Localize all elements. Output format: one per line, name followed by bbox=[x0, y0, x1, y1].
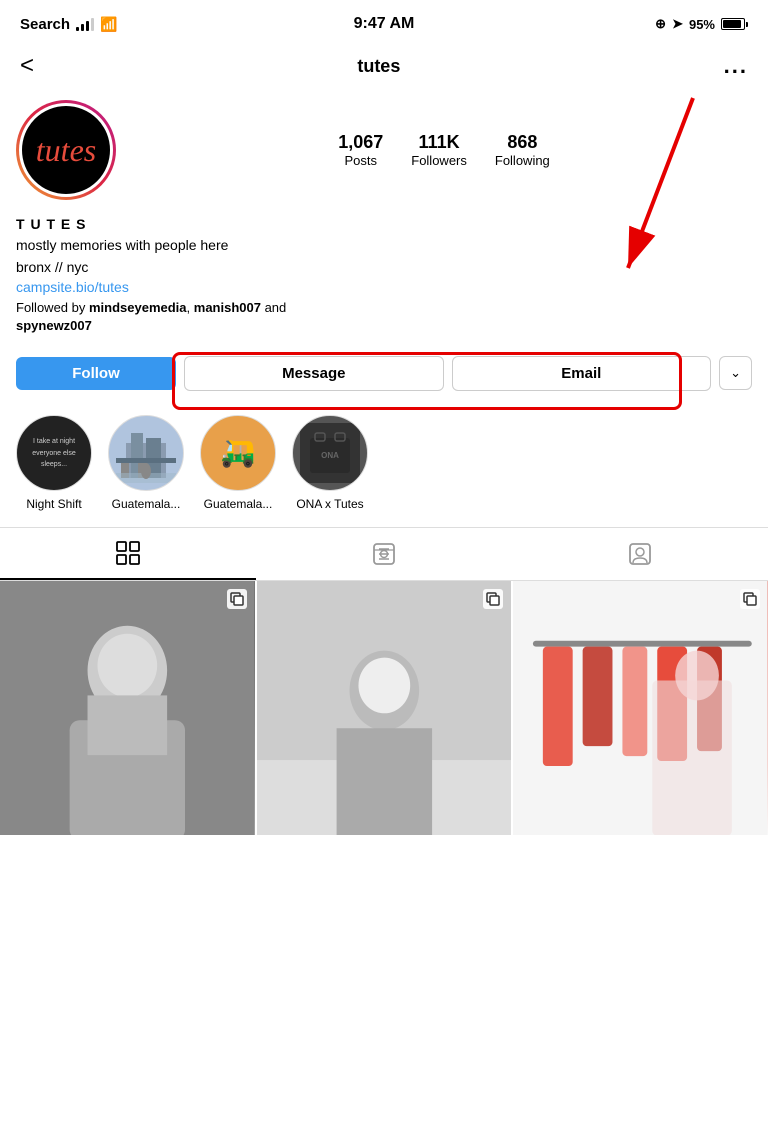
more-options-button[interactable]: ⌄ bbox=[719, 356, 752, 390]
building-svg bbox=[116, 423, 176, 483]
bio-line-2: bronx // nyc bbox=[16, 258, 752, 278]
tab-bar bbox=[0, 527, 768, 581]
signal-bar-4 bbox=[91, 18, 94, 31]
follow-button[interactable]: Follow bbox=[16, 357, 176, 390]
story-label-ona: ONA x Tutes bbox=[296, 497, 363, 511]
carrier-signal: Search 📶 bbox=[20, 16, 117, 33]
carrier-label: Search bbox=[20, 16, 70, 33]
stats-row: 1,067 Posts 111K Followers 868 Following bbox=[136, 132, 752, 168]
avatar-wrapper: tutes bbox=[16, 100, 116, 200]
tuk-tuk-icon: 🛺 bbox=[221, 436, 256, 469]
location-icon: ⊕ bbox=[655, 16, 666, 32]
battery-icon bbox=[721, 18, 748, 30]
multi-post-icon bbox=[230, 592, 244, 606]
signal-bar-2 bbox=[81, 24, 84, 31]
action-buttons: Follow Message Email ⌄ bbox=[0, 348, 768, 407]
status-time: 9:47 AM bbox=[354, 15, 415, 33]
story-circle-guatemala-2: 🛺 bbox=[200, 415, 276, 491]
tab-tagged[interactable] bbox=[512, 528, 768, 580]
stat-following[interactable]: 868 Following bbox=[495, 132, 550, 168]
stories-section: I take at nighteveryone else sleeps... N… bbox=[0, 407, 768, 527]
story-item-night-shift[interactable]: I take at nighteveryone else sleeps... N… bbox=[16, 415, 92, 511]
nav-title: tutes bbox=[357, 56, 400, 77]
reels-icon bbox=[371, 541, 397, 567]
story-circle-night-shift: I take at nighteveryone else sleeps... bbox=[16, 415, 92, 491]
followed-name-3: spynewz007 bbox=[16, 318, 92, 333]
bio-link[interactable]: campsite.bio/tutes bbox=[16, 279, 752, 295]
multi-icon-2 bbox=[483, 589, 503, 609]
following-count: 868 bbox=[507, 132, 537, 153]
signal-bar-1 bbox=[76, 27, 79, 31]
multi-icon-1 bbox=[227, 589, 247, 609]
story-item-guatemala-1[interactable]: Guatemala... bbox=[108, 415, 184, 511]
story-item-ona[interactable]: ONA ONA x Tutes bbox=[292, 415, 368, 511]
followed-name-1: mindseyemedia bbox=[89, 300, 187, 315]
ona-bag-svg: ONA bbox=[305, 428, 355, 478]
battery-percent: 95% bbox=[689, 17, 715, 32]
story-label-guatemala-2: Guatemala... bbox=[204, 497, 273, 511]
bio-followed: Followed by mindseyemedia, manish007 and… bbox=[16, 299, 752, 335]
wifi-icon: 📶 bbox=[100, 16, 117, 33]
followers-label: Followers bbox=[411, 153, 467, 168]
posts-label: Posts bbox=[344, 153, 377, 168]
photo-cell-3[interactable] bbox=[513, 581, 768, 836]
story-item-guatemala-2[interactable]: 🛺 Guatemala... bbox=[200, 415, 276, 511]
multi-icon-3 bbox=[740, 589, 760, 609]
grid-icon bbox=[115, 540, 141, 566]
story-label-guatemala-1: Guatemala... bbox=[112, 497, 181, 511]
more-button[interactable]: ... bbox=[724, 53, 748, 79]
back-button[interactable]: < bbox=[20, 52, 34, 80]
story-circle-guatemala-1 bbox=[108, 415, 184, 491]
multi-post-icon-3 bbox=[743, 592, 757, 606]
photo-3-svg bbox=[513, 581, 768, 836]
followers-count: 111K bbox=[419, 132, 460, 153]
stat-posts[interactable]: 1,067 Posts bbox=[338, 132, 383, 168]
message-button[interactable]: Message bbox=[184, 356, 444, 391]
signal-strength bbox=[76, 17, 94, 31]
ona-bag-visual: ONA bbox=[300, 423, 360, 483]
tab-grid[interactable] bbox=[0, 528, 256, 580]
avatar: tutes bbox=[19, 103, 113, 197]
story-circle-ona: ONA bbox=[292, 415, 368, 491]
bio-name: T U T E S bbox=[16, 216, 752, 232]
following-label: Following bbox=[495, 153, 550, 168]
photo-cell-1[interactable] bbox=[0, 581, 255, 836]
photo-cell-2[interactable] bbox=[257, 581, 512, 836]
svg-text:ONA: ONA bbox=[321, 451, 339, 460]
photo-2-svg bbox=[257, 581, 512, 836]
email-button[interactable]: Email bbox=[452, 356, 712, 391]
bio-line-1: mostly memories with people here bbox=[16, 236, 752, 256]
posts-count: 1,067 bbox=[338, 132, 383, 153]
nav-bar: < tutes ... bbox=[0, 44, 768, 88]
bio-section: T U T E S mostly memories with people he… bbox=[0, 216, 768, 348]
signal-bar-3 bbox=[86, 21, 89, 31]
status-right: ⊕ ➤ 95% bbox=[655, 16, 748, 32]
avatar-text: tutes bbox=[36, 132, 96, 169]
tab-reels[interactable] bbox=[256, 528, 512, 580]
photo-1-svg bbox=[0, 581, 255, 836]
tagged-icon bbox=[627, 541, 653, 567]
followed-name-2: manish007 bbox=[194, 300, 261, 315]
story-label-night-shift: Night Shift bbox=[26, 497, 81, 511]
arrow-icon: ➤ bbox=[672, 16, 683, 32]
profile-header: tutes 1,067 Posts 111K Followers 868 Fol… bbox=[0, 88, 768, 216]
photo-grid bbox=[0, 581, 768, 836]
status-bar: Search 📶 9:47 AM ⊕ ➤ 95% bbox=[0, 0, 768, 44]
story-night-text: I take at nighteveryone else sleeps... bbox=[17, 431, 91, 474]
multi-post-icon-2 bbox=[486, 592, 500, 606]
stat-followers[interactable]: 111K Followers bbox=[411, 132, 467, 168]
